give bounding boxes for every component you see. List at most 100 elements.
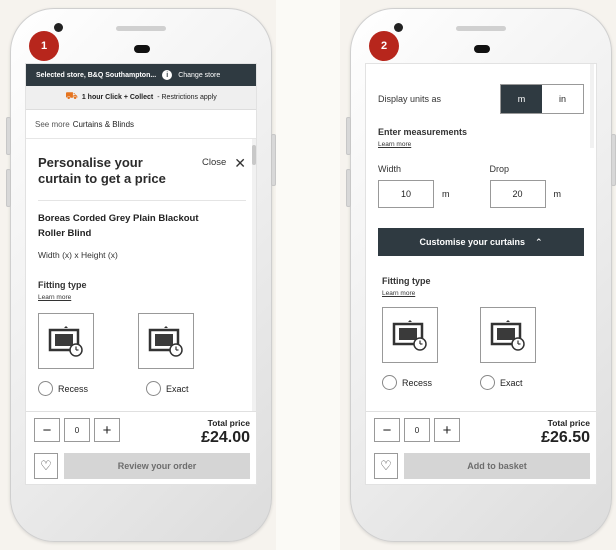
unit-inches[interactable]: in (542, 85, 583, 113)
drop-group: Drop 20 m (489, 164, 562, 208)
quantity-row: − 0 + Total price £26.50 (374, 418, 590, 447)
drop-input[interactable]: 20 (489, 180, 546, 208)
quantity-input[interactable]: 0 (404, 418, 430, 442)
fitting-option-recess[interactable] (38, 313, 94, 369)
learn-more-link[interactable]: Learn more (382, 290, 580, 297)
click-collect-restrictions[interactable]: - Restrictions apply (157, 94, 217, 101)
fitting-options (38, 313, 246, 369)
radio-recess[interactable]: Recess (382, 375, 432, 390)
price-block: Total price £24.00 (201, 418, 250, 447)
store-label: Selected store, B&Q Southampton... (36, 71, 157, 79)
info-icon[interactable]: i (162, 70, 173, 80)
volume-up-button (346, 117, 351, 155)
power-button (611, 134, 616, 186)
radio-circle[interactable] (480, 375, 496, 390)
product-name: Boreas Corded Grey Plain Blackout Roller… (38, 213, 199, 239)
sensor (134, 45, 150, 53)
sensor (474, 45, 490, 53)
click-collect-bar: ⛟ 1 hour Click + Collect - Restrictions … (26, 86, 256, 110)
learn-more-link[interactable]: Learn more (38, 294, 246, 301)
action-row: ♡ Add to basket (374, 453, 590, 479)
radio-circle[interactable] (146, 381, 162, 396)
total-price: £24.00 (201, 429, 250, 446)
radio-exact[interactable]: Exact (480, 375, 523, 390)
radio-label: Exact (500, 377, 523, 388)
radio-label: Recess (402, 377, 433, 388)
review-order-button[interactable]: Review your order (64, 453, 250, 479)
frame-clock-icon (148, 326, 183, 357)
panel-step-1: 1 Selected store, B&Q Southampton... i C… (0, 0, 276, 550)
unit-metres[interactable]: m (501, 85, 542, 113)
modal-title: Personalise your curtain to get a price (38, 155, 166, 186)
chevron-up-icon: ⌃ (534, 236, 543, 247)
total-price-label: Total price (547, 418, 590, 428)
fitting-section: Fitting type Learn more Recess Exact (366, 276, 596, 390)
see-more-label: See more (35, 119, 70, 129)
scrolled-text (378, 64, 584, 70)
frame-clock-icon (392, 320, 427, 351)
power-button (271, 134, 276, 186)
radio-exact[interactable]: Exact (146, 381, 189, 396)
bottom-bar: − 0 + Total price £26.50 ♡ Add to basket (366, 411, 596, 484)
enter-measurements-label: Enter measurements (378, 127, 468, 137)
volume-down-button (346, 169, 351, 207)
units-toggle: m in (500, 84, 584, 114)
price-block: Total price £26.50 (541, 418, 590, 447)
phone-screen: Display units as m in Enter measurements… (365, 63, 597, 485)
modal-scrollbar-thumb[interactable] (252, 145, 256, 165)
width-group: Width 10 m (378, 164, 450, 208)
customise-label: Customise your curtains (419, 237, 525, 247)
category-link[interactable]: Curtains & Blinds (73, 120, 134, 129)
width-label: Width (378, 164, 402, 174)
fitting-option-recess[interactable] (382, 307, 438, 363)
width-input[interactable]: 10 (378, 180, 434, 208)
drop-unit: m (553, 189, 562, 199)
close-button[interactable]: Close ✕ (202, 154, 246, 171)
measurement-inputs: Width 10 m Drop 20 m (378, 164, 584, 208)
fitting-radios: Recess Exact (382, 375, 580, 390)
camera-icon (54, 23, 63, 32)
breadcrumb: See more Curtains & Blinds (26, 110, 256, 138)
scrollbar-track[interactable] (590, 64, 594, 148)
quantity-input[interactable]: 0 (64, 418, 90, 442)
quantity-stepper: − 0 + (34, 418, 120, 442)
fitting-radios: Recess Exact (38, 381, 246, 396)
fitting-type-label: Fitting type (382, 276, 431, 286)
radio-recess[interactable]: Recess (38, 381, 88, 396)
total-price-label: Total price (207, 418, 250, 428)
speaker-grille (456, 26, 506, 31)
click-collect-title: 1 hour Click + Collect (81, 94, 154, 101)
modal-scrollbar-track[interactable] (252, 139, 256, 413)
units-label: Display units as (378, 94, 442, 104)
fitting-option-exact[interactable] (138, 313, 194, 369)
phone-frame: 2 Display units as m in Enter measuremen… (346, 8, 616, 542)
measurements-section: Display units as m in Enter measurements… (366, 64, 596, 208)
volume-down-button (6, 169, 11, 207)
learn-more-link[interactable]: Learn more (378, 141, 584, 148)
decrease-button[interactable]: − (374, 418, 400, 442)
bottom-bar: − 0 + Total price £24.00 ♡ Review your o… (26, 411, 256, 484)
volume-up-button (6, 117, 11, 155)
wishlist-heart-icon[interactable]: ♡ (34, 453, 58, 479)
wishlist-heart-icon[interactable]: ♡ (374, 453, 398, 479)
add-to-basket-button[interactable]: Add to basket (404, 453, 590, 479)
camera-icon (394, 23, 403, 32)
speaker-grille (116, 26, 166, 31)
customise-curtains-button[interactable]: Customise your curtains ⌃ (378, 228, 584, 256)
action-row: ♡ Review your order (34, 453, 250, 479)
close-icon: ✕ (234, 154, 246, 171)
increase-button[interactable]: + (94, 418, 120, 442)
fitting-option-exact[interactable] (480, 307, 536, 363)
radio-circle[interactable] (38, 381, 53, 396)
width-unit: m (442, 189, 450, 199)
radio-circle[interactable] (382, 375, 397, 390)
decrease-button[interactable]: − (34, 418, 60, 442)
increase-button[interactable]: + (434, 418, 460, 442)
radio-label: Recess (58, 383, 89, 394)
step-badge: 1 (29, 31, 59, 61)
click-collect-icon: ⛟ (65, 91, 78, 102)
modal-header: Personalise your curtain to get a price … (38, 139, 246, 201)
drop-field: 20 m (489, 180, 562, 208)
change-store-link[interactable]: Change store (178, 72, 220, 79)
fitting-options (382, 307, 580, 363)
